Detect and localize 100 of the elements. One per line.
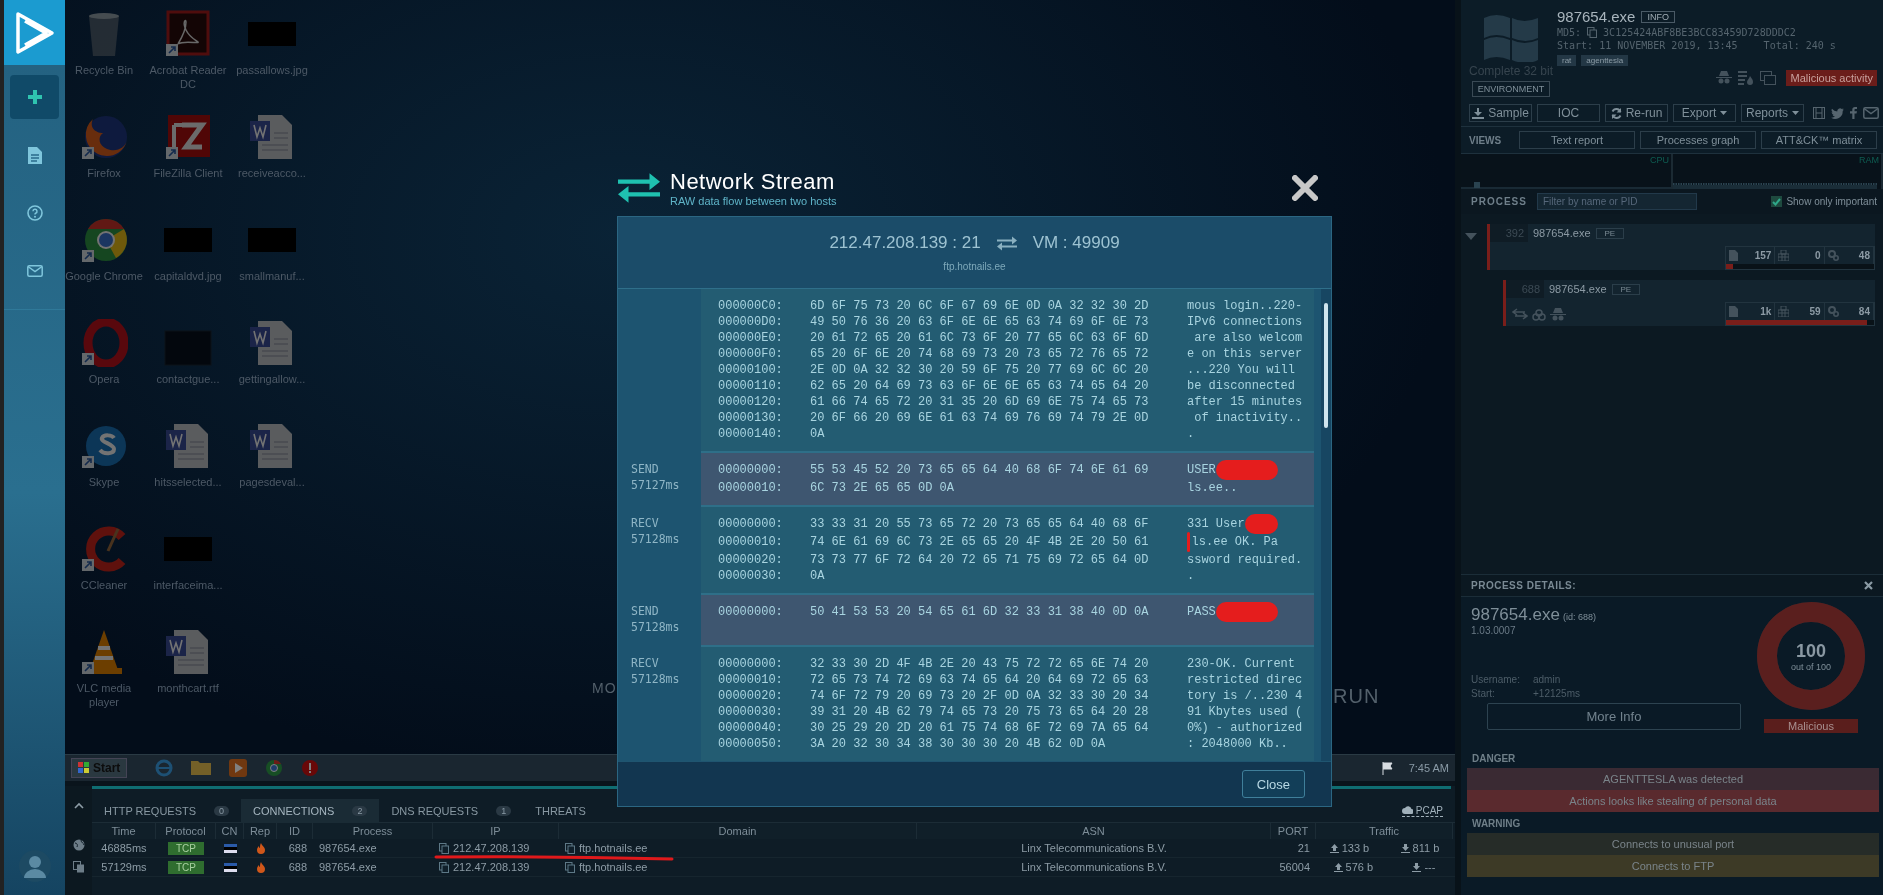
- icon-label[interactable]: monthcart.rtf: [148, 681, 228, 695]
- hex-bytes: 20 6F 66 20 69 6E 61 63 74 69 76 69 74 79 2E 0D: [810, 410, 1148, 426]
- download-icon: [1412, 862, 1422, 872]
- icon-label[interactable]: VLC media player: [65, 681, 144, 709]
- film-icon[interactable]: [1813, 107, 1825, 119]
- view-button[interactable]: Text report: [1519, 131, 1635, 149]
- pcap-link[interactable]: PCAP: [1401, 804, 1443, 817]
- icon-label[interactable]: Skype: [65, 475, 144, 489]
- icon-label[interactable]: Opera: [65, 372, 144, 386]
- tab[interactable]: DNS REQUESTS 1: [379, 798, 524, 823]
- plus-button[interactable]: [10, 75, 59, 119]
- icon-label[interactable]: gettingallow...: [232, 372, 312, 386]
- ip-address[interactable]: 212.47.208.139: [453, 842, 530, 854]
- dropdown-button[interactable]: Reports: [1741, 104, 1804, 122]
- media-player-icon[interactable]: [229, 759, 248, 777]
- dropdown-button[interactable]: Export: [1673, 104, 1736, 122]
- tag[interactable]: rat: [1557, 55, 1577, 66]
- browser-icon[interactable]: [265, 759, 284, 777]
- checkbox-label[interactable]: Show only important: [1786, 196, 1877, 207]
- caret-icon: [1792, 111, 1799, 115]
- ascii-text: .: [1187, 426, 1195, 442]
- flag-icon: [1380, 761, 1395, 775]
- icon-label[interactable]: contactgue...: [148, 372, 228, 386]
- domain-name[interactable]: ftp.hotnails.ee: [579, 842, 648, 854]
- alert-row[interactable]: Connects to FTP: [1467, 855, 1879, 877]
- icon-label[interactable]: pagesdeval...: [232, 475, 312, 489]
- table-cell: 576 b: [1345, 861, 1374, 873]
- ip-address[interactable]: 212.47.208.139: [453, 861, 530, 873]
- packet-time: 57127ms: [631, 477, 681, 493]
- icon-label[interactable]: smallmanuf...: [232, 269, 312, 283]
- view-button[interactable]: Processes graph: [1640, 131, 1756, 149]
- count-badge: 0: [214, 805, 230, 816]
- list-flame-icon: [1738, 71, 1755, 85]
- checkbox[interactable]: [1771, 196, 1783, 207]
- icon-label[interactable]: interfaceima...: [148, 578, 228, 592]
- ascii-text: mous login..220-: [1187, 298, 1303, 314]
- table-cell-text: 56004: [1278, 861, 1311, 873]
- icon-label[interactable]: passallows.jpg: [232, 63, 312, 77]
- table-cell-text: Linx Telecommunications B.V.: [1020, 861, 1168, 873]
- table-cell-text: 688: [287, 861, 308, 873]
- count-badge: 1: [496, 805, 512, 816]
- wallpaper-text: MO: [592, 680, 617, 696]
- folder-icon[interactable]: [191, 759, 212, 775]
- action-button[interactable]: Re-run: [1605, 104, 1668, 122]
- browser-icon[interactable]: [155, 759, 174, 777]
- hex-offset: 00000120:: [718, 394, 784, 410]
- icon-label[interactable]: Google Chrome: [65, 269, 144, 283]
- close-icon[interactable]: [1292, 175, 1318, 201]
- icon-label[interactable]: FileZilla Client: [148, 166, 228, 180]
- bird-icon[interactable]: [1831, 107, 1844, 119]
- action-button[interactable]: Sample: [1469, 104, 1532, 122]
- globe-icon[interactable]: [72, 839, 85, 851]
- alert-row[interactable]: Actions looks like stealing of personal data: [1467, 790, 1879, 812]
- icon-label[interactable]: Recycle Bin: [65, 63, 144, 77]
- hex-offset: 000000E0:: [718, 330, 784, 346]
- info-badge[interactable]: INFO: [1641, 10, 1675, 23]
- facebook-f-icon[interactable]: [1850, 107, 1857, 119]
- flame-icon: [256, 861, 265, 873]
- more-info-button[interactable]: More Info: [1487, 703, 1741, 730]
- table-row[interactable]: 57129ms TCP 688 987654.exe 212.47.208.139 ftp.hotnails.ee Linx Telecommunications B.V. 56004 576 b ---: [92, 858, 1455, 877]
- document-icon: [27, 146, 42, 164]
- tab[interactable]: THREATS: [523, 798, 598, 823]
- packet-direction: RECV: [631, 655, 660, 671]
- copy-icon[interactable]: [72, 861, 85, 873]
- start-label: Start:: [1557, 40, 1594, 51]
- spy-icon: [1550, 308, 1566, 322]
- expand-caret-icon[interactable]: [1465, 233, 1477, 240]
- table-cell-text: 688: [287, 842, 308, 854]
- hex-bytes: 49 50 76 36 20 63 6F 6E 6E 65 63 74 69 6F 6E 73: [810, 314, 1148, 330]
- redaction-mark: [1215, 460, 1278, 480]
- icon-label[interactable]: Acrobat Reader DC: [148, 63, 228, 91]
- upload-icon: [1333, 862, 1343, 872]
- tag[interactable]: agenttesla: [1581, 55, 1629, 66]
- icon-label[interactable]: CCleaner: [65, 578, 144, 592]
- packet-time: 57128ms: [631, 671, 681, 687]
- ascii-text: restricted direc: [1187, 672, 1303, 688]
- alert-row[interactable]: AGENTTESLA was detected: [1467, 768, 1879, 790]
- icon-label[interactable]: receiveacco...: [232, 166, 312, 180]
- close-button[interactable]: Close: [1241, 770, 1305, 798]
- alert-icon[interactable]: [301, 759, 320, 777]
- icon-label[interactable]: hitsselected...: [148, 475, 228, 489]
- environment-button[interactable]: ENVIRONMENT: [1471, 81, 1551, 97]
- table-row[interactable]: 46885ms TCP 688 987654.exe 212.47.208.139 ftp.hotnails.ee Linx Telecommunications B.V. 21 133 b 811 b: [92, 839, 1455, 858]
- close-icon[interactable]: [1864, 581, 1873, 590]
- hex-bytes: 6C 73 2E 65 65 0D 0A: [810, 480, 956, 496]
- tab[interactable]: HTTP REQUESTS 0: [92, 798, 242, 823]
- file-icon: [1729, 250, 1738, 261]
- count-badge: 2: [352, 805, 368, 816]
- action-button[interactable]: IOC: [1537, 104, 1600, 122]
- view-button[interactable]: ATT&CK™ matrix: [1761, 131, 1877, 149]
- process-name: 987654.exe: [1471, 605, 1560, 624]
- domain-name[interactable]: ftp.hotnails.ee: [579, 861, 648, 873]
- icon-label[interactable]: Firefox: [65, 166, 144, 180]
- collapse-caret-icon[interactable]: [73, 802, 84, 809]
- filter-field[interactable]: Filter by name or PID: [1536, 193, 1697, 210]
- protocol-badge: TCP: [168, 860, 204, 874]
- alert-row[interactable]: Connects to unusual port: [1467, 833, 1879, 855]
- hex-bytes: 55 53 45 52 20 73 65 65 64 40 68 6F 74 6E 61 69: [810, 462, 1148, 479]
- icon-label[interactable]: capitaldvd.jpg: [148, 269, 228, 283]
- tab[interactable]: CONNECTIONS 2: [241, 798, 380, 823]
